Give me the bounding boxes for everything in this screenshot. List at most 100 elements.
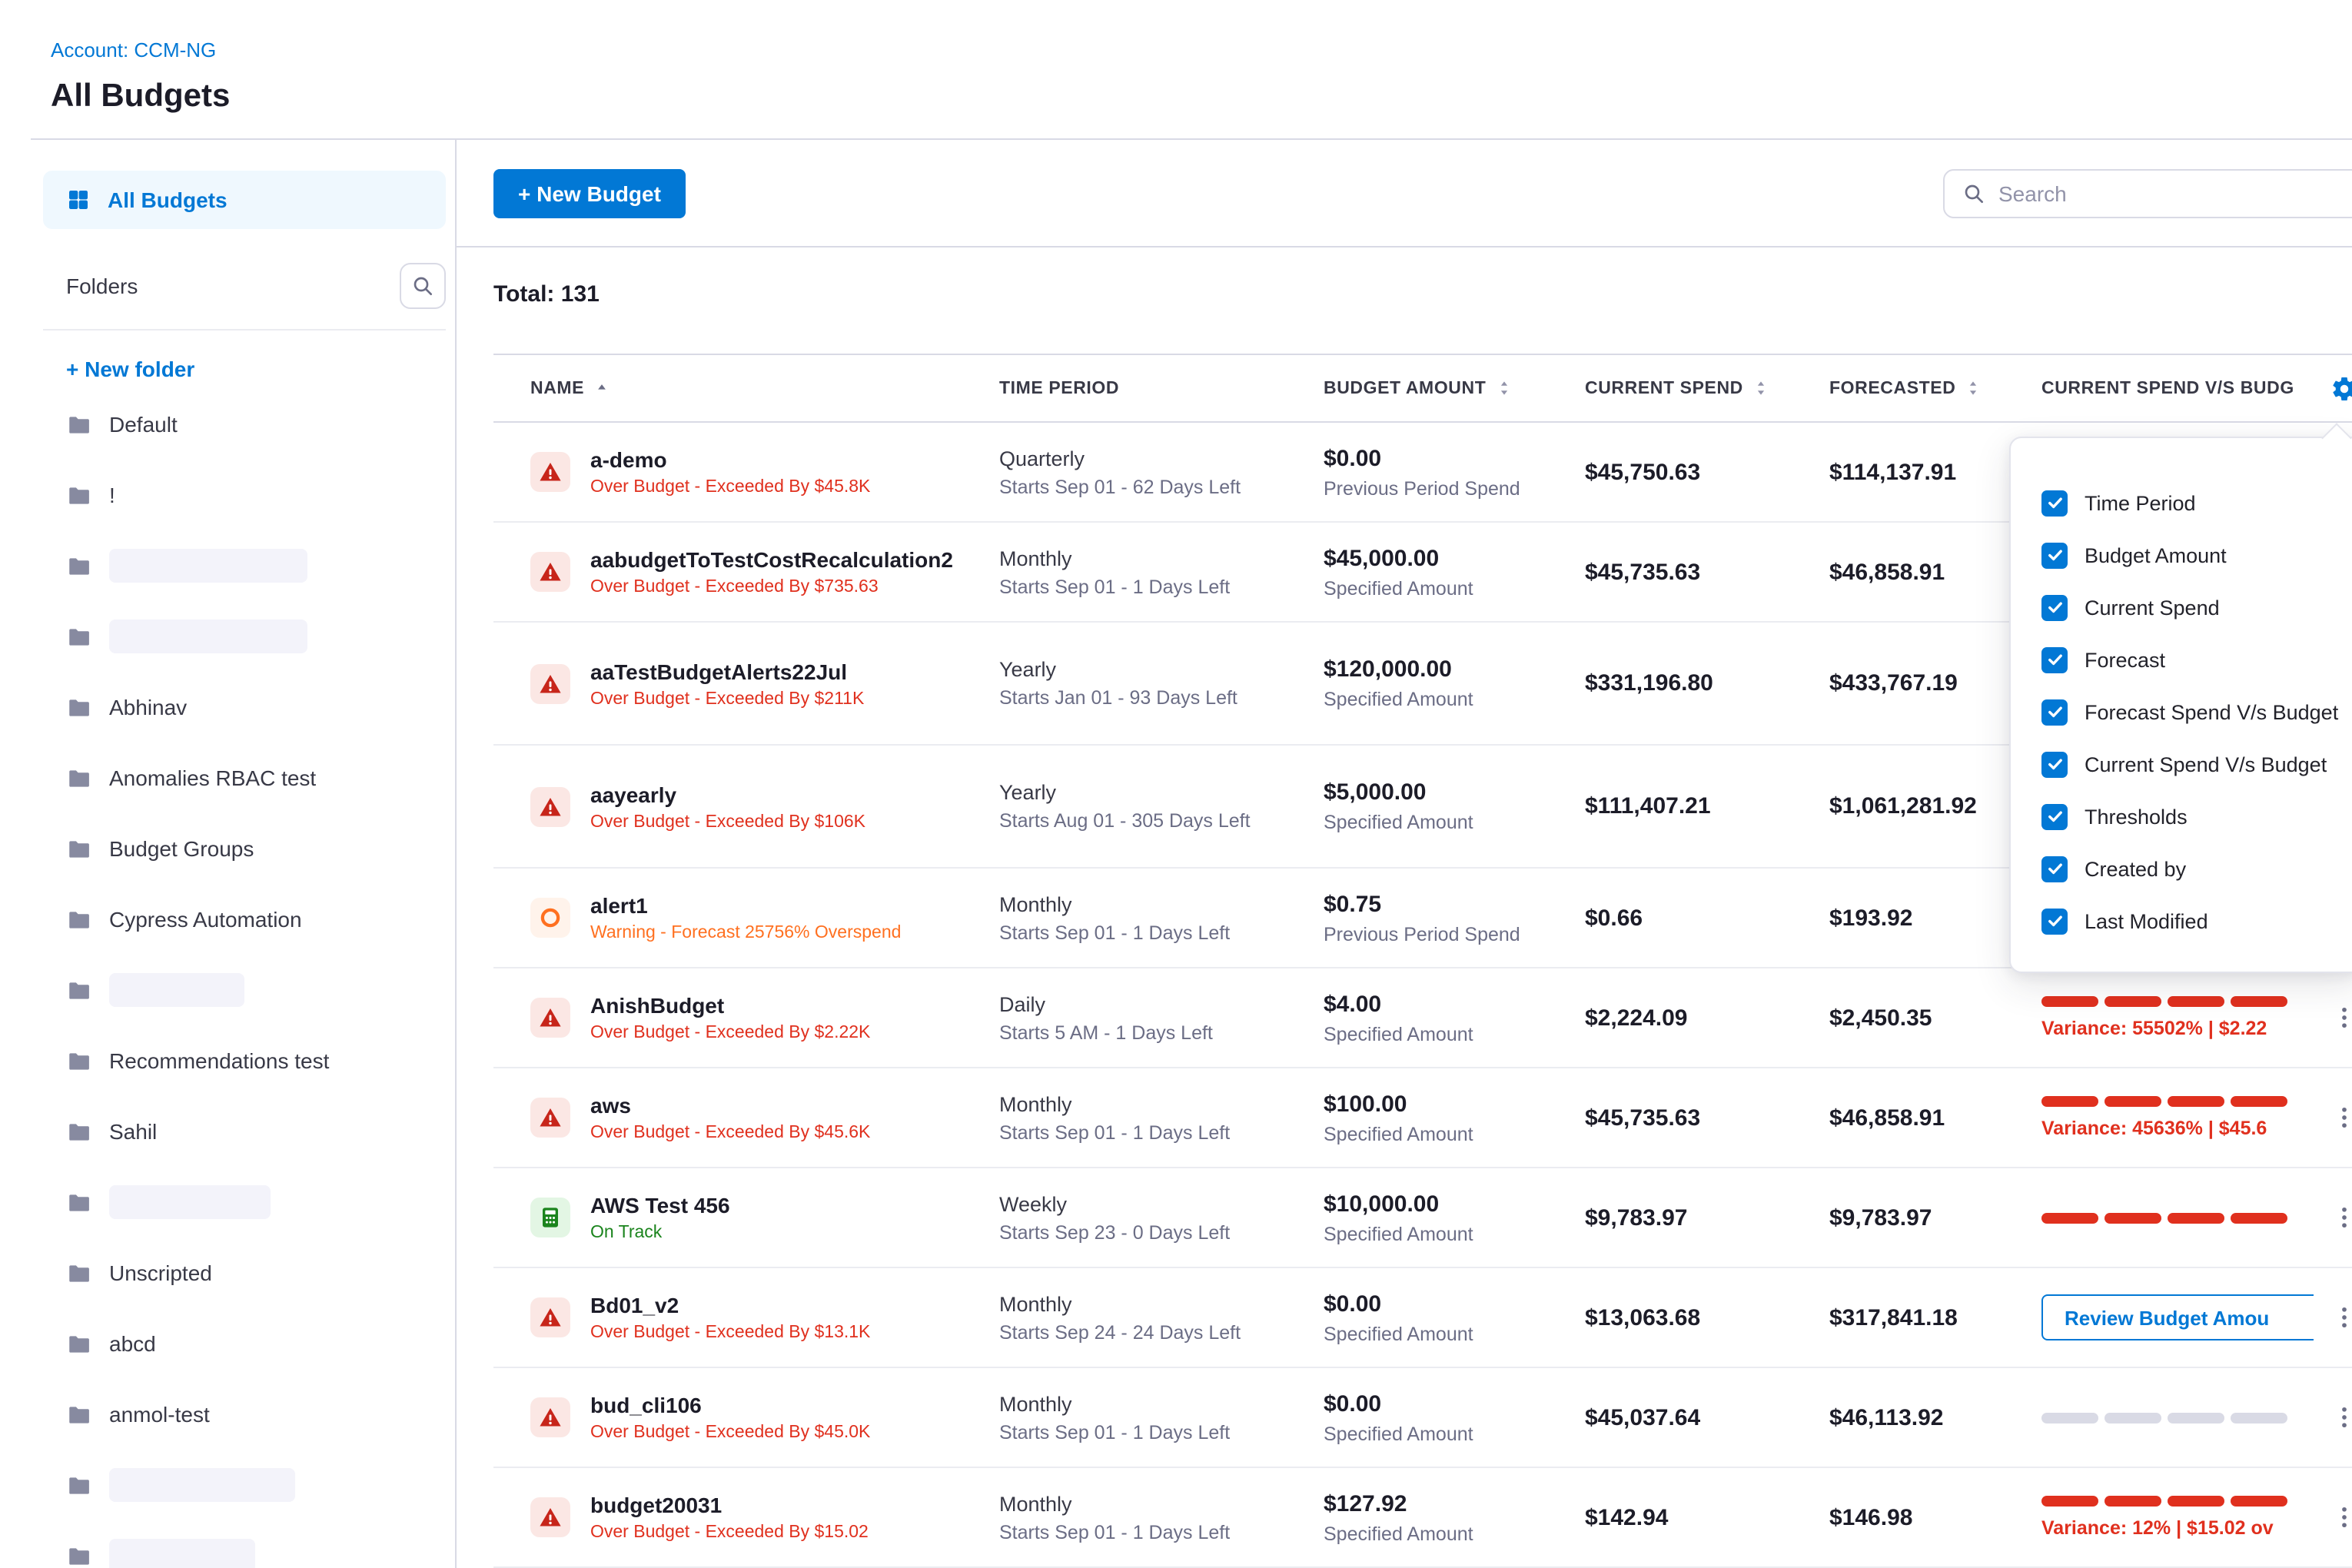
forecasted-amount: $1,061,281.92 — [1829, 793, 1977, 819]
table-row[interactable]: budget20031Over Budget - Exceeded By $15… — [493, 1468, 2352, 1568]
sidebar-item-all-budgets[interactable]: All Budgets — [43, 171, 446, 229]
folder-item[interactable] — [43, 1520, 446, 1568]
folder-search-button[interactable] — [400, 263, 446, 309]
current-spend: $45,735.63 — [1585, 1105, 1700, 1131]
checkbox-checked-icon[interactable] — [2041, 490, 2068, 516]
budget-amount: $5,000.00 — [1324, 779, 1585, 806]
new-folder-button[interactable]: + New folder — [66, 357, 446, 381]
folder-item[interactable] — [43, 1450, 446, 1520]
budget-name-cell: Bd01_v2Over Budget - Exceeded By $13.1K — [493, 1293, 999, 1342]
column-toggle-current-spend[interactable]: Current Spend — [2011, 581, 2352, 633]
column-header-budget-amount[interactable]: BUDGET AMOUNT — [1324, 378, 1585, 398]
folder-item[interactable]: ! — [43, 460, 446, 530]
row-menu-button[interactable] — [2327, 1201, 2352, 1234]
table-header-actions — [2314, 370, 2352, 407]
budget-name-cell: AWS Test 456On Track — [493, 1193, 999, 1242]
checkbox-checked-icon[interactable] — [2041, 908, 2068, 934]
row-menu-button[interactable] — [2327, 1101, 2352, 1134]
warning-icon — [530, 898, 570, 938]
period-detail: Starts Sep 01 - 62 Days Left — [999, 476, 1324, 497]
current-spend-cell: $45,750.63 — [1585, 459, 1829, 485]
column-header-forecasted[interactable]: FORECASTED — [1829, 378, 2041, 398]
checkbox-checked-icon[interactable] — [2041, 855, 2068, 882]
current-spend: $45,750.63 — [1585, 459, 1700, 485]
sort-icon[interactable] — [1751, 378, 1771, 398]
row-menu-button[interactable] — [2327, 1301, 2352, 1334]
over-budget-icon — [530, 663, 570, 703]
checkbox-checked-icon[interactable] — [2041, 803, 2068, 829]
checkbox-checked-icon[interactable] — [2041, 542, 2068, 568]
threshold-bar — [2041, 1096, 2292, 1107]
column-toggle-forecast[interactable]: Forecast — [2011, 633, 2352, 686]
folder-item[interactable] — [43, 1167, 446, 1237]
folder-item[interactable]: Sahil — [43, 1096, 446, 1167]
folder-item[interactable]: abcd — [43, 1308, 446, 1379]
column-toggle-forecast-spend-v-s-budget[interactable]: Forecast Spend V/s Budget — [2011, 686, 2352, 738]
row-actions-cell — [2314, 1001, 2352, 1035]
account-breadcrumb[interactable]: Account: CCM-NG — [51, 38, 216, 61]
folder-item[interactable] — [43, 955, 446, 1025]
threshold-bar-segment — [2041, 1096, 2098, 1107]
period-type: Quarterly — [999, 447, 1324, 470]
spend-vs-budget-cell — [2041, 1212, 2314, 1223]
column-toggle-last-modified[interactable]: Last Modified — [2011, 895, 2352, 947]
review-budget-button[interactable]: Review Budget Amou — [2041, 1294, 2314, 1340]
folder-item[interactable] — [43, 601, 446, 672]
search-input[interactable] — [1998, 181, 2352, 206]
column-header-current-spend-v-s-budg[interactable]: CURRENT SPEND V/S BUDG — [2041, 379, 2314, 397]
folder-item[interactable]: Cypress Automation — [43, 884, 446, 955]
threshold-bar-segment — [2231, 996, 2287, 1007]
new-budget-button[interactable]: + New Budget — [493, 169, 686, 218]
folder-item[interactable] — [43, 530, 446, 601]
column-header-name[interactable]: NAME — [493, 378, 999, 398]
checkbox-checked-icon[interactable] — [2041, 699, 2068, 725]
column-toggle-time-period[interactable]: Time Period — [2011, 477, 2352, 529]
folders-label: Folders — [66, 274, 138, 298]
sort-ascending-icon[interactable] — [592, 378, 612, 398]
budget-amount-cell: $0.75Previous Period Spend — [1324, 891, 1585, 945]
row-menu-button[interactable] — [2327, 1400, 2352, 1434]
threshold-bar-segment — [2168, 1212, 2224, 1223]
budget-amount-cell: $100.00Specified Amount — [1324, 1091, 1585, 1144]
column-label: TIME PERIOD — [999, 379, 1119, 397]
checkbox-checked-icon[interactable] — [2041, 751, 2068, 777]
folder-item[interactable]: Anomalies RBAC test — [43, 742, 446, 813]
threshold-bar-segment — [2168, 1496, 2224, 1507]
column-header-current-spend[interactable]: CURRENT SPEND — [1585, 378, 1829, 398]
table-row[interactable]: bud_cli106Over Budget - Exceeded By $45.… — [493, 1368, 2352, 1468]
row-menu-button[interactable] — [2327, 1500, 2352, 1534]
folder-item[interactable]: Unscripted — [43, 1237, 446, 1308]
time-period-cell: MonthlyStarts Sep 24 - 24 Days Left — [999, 1292, 1324, 1343]
column-toggle-thresholds[interactable]: Thresholds — [2011, 790, 2352, 842]
forecasted-amount: $146.98 — [1829, 1504, 1912, 1530]
column-settings-button[interactable] — [2326, 370, 2352, 407]
folder-item[interactable]: Abhinav — [43, 672, 446, 742]
table-row[interactable]: Bd01_v2Over Budget - Exceeded By $13.1KM… — [493, 1268, 2352, 1368]
budget-amount: $127.92 — [1324, 1490, 1585, 1517]
period-detail: Starts Sep 01 - 1 Days Left — [999, 1521, 1324, 1543]
column-toggle-current-spend-v-s-budget[interactable]: Current Spend V/s Budget — [2011, 738, 2352, 790]
forecasted-amount: $193.92 — [1829, 905, 1912, 931]
spend-vs-budget-cell: Variance: 55502% | $2.22 — [2041, 996, 2314, 1039]
budget-name: aaTestBudgetAlerts22Jul — [590, 659, 864, 683]
checkbox-checked-icon[interactable] — [2041, 646, 2068, 673]
table-row[interactable]: AWS Test 456On TrackWeeklyStarts Sep 23 … — [493, 1168, 2352, 1268]
budget-status: On Track — [590, 1224, 730, 1242]
sort-icon[interactable] — [1493, 378, 1513, 398]
column-toggle-budget-amount[interactable]: Budget Amount — [2011, 529, 2352, 581]
over-budget-icon — [530, 786, 570, 826]
period-detail: Starts 5 AM - 1 Days Left — [999, 1022, 1324, 1043]
column-header-time-period[interactable]: TIME PERIOD — [999, 379, 1324, 397]
folder-item[interactable]: Recommendations test — [43, 1025, 446, 1096]
folder-item[interactable]: Default — [43, 389, 446, 460]
row-actions-cell — [2314, 1201, 2352, 1234]
row-menu-button[interactable] — [2327, 1001, 2352, 1035]
table-row[interactable]: awsOver Budget - Exceeded By $45.6KMonth… — [493, 1068, 2352, 1168]
sort-icon[interactable] — [1963, 378, 1983, 398]
folder-item[interactable]: anmol-test — [43, 1379, 446, 1450]
table-row[interactable]: AnishBudgetOver Budget - Exceeded By $2.… — [493, 968, 2352, 1068]
period-detail: Starts Sep 01 - 1 Days Left — [999, 576, 1324, 597]
checkbox-checked-icon[interactable] — [2041, 594, 2068, 620]
column-toggle-created-by[interactable]: Created by — [2011, 842, 2352, 895]
folder-item[interactable]: Budget Groups — [43, 813, 446, 884]
